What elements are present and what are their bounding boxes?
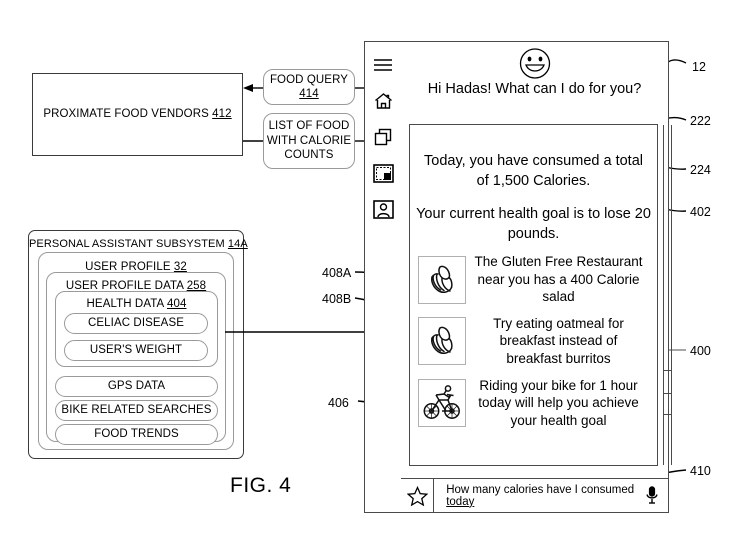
ref-numeral-12: 12 [692,60,706,74]
users-weight-label: USER'S WEIGHT [89,344,183,357]
suggestion-item-3[interactable]: Riding your bike for 1 hour today will h… [418,377,649,430]
bicycle-icon [418,378,466,427]
patent-figure-page: PROXIMATE FOOD VENDORS 412 FOOD QUERY 41… [0,0,730,540]
food-query-label: FOOD QUERY [269,73,349,86]
health-data-label: HEALTH DATA [86,298,164,310]
ref-numeral-406: 406 [328,396,349,410]
ref-numeral-408B: 408B [322,292,352,306]
query-input-bar[interactable]: How many calories have I consumed today [433,479,668,512]
figure-caption: FIG. 4 [230,474,292,497]
ref-numeral-400: 400 [690,344,711,358]
bike-related-searches-pill: BIKE RELATED SEARCHES [55,400,218,421]
food-trends-label: FOOD TRENDS [94,428,179,441]
food-query-box: FOOD QUERY 414 [263,69,355,105]
query-underlined-term: today [446,495,475,508]
hamburger-menu-icon[interactable] [371,54,395,76]
gps-data-label: GPS DATA [107,380,166,393]
microphone-icon[interactable] [642,486,662,505]
contact-card-icon[interactable] [371,198,395,220]
copy-windows-icon[interactable] [371,126,395,148]
app-content: Hi Hadas! What can I do for you? Today, … [401,42,672,512]
app-sidebar [365,42,401,512]
bike-related-searches-label: BIKE RELATED SEARCHES [61,404,212,417]
greeting-text: Hi Hadas! What can I do for you? [427,81,642,97]
greeting-area: Hi Hadas! What can I do for you? [401,42,668,124]
ref-numeral-402: 402 [690,205,711,219]
ref-numeral-408A: 408A [322,266,352,280]
proximate-food-vendors-box: PROXIMATE FOOD VENDORS 412 [32,73,243,156]
query-prefix: How many calories have I consumed [446,483,635,496]
celiac-disease-pill: CELIAC DISEASE [64,313,208,334]
star-outline-icon[interactable] [401,479,433,512]
food-trends-pill: FOOD TRENDS [55,424,218,445]
personal-assistant-subsystem-title: PERSONAL ASSISTANT SUBSYSTEM 14A [29,238,248,252]
ref-numeral-410: 410 [690,464,711,478]
banana-icon [418,255,466,304]
home-icon[interactable] [371,90,395,112]
photo-frame-icon[interactable] [371,162,395,184]
assistant-response-card: Today, you have consumed a total of 1,50… [409,124,658,466]
bottom-bar: How many calories have I consumed today [401,478,668,512]
list-of-food-box: LIST OF FOOD WITH CALORIE COUNTS [263,113,355,169]
ref-numeral-222: 222 [690,114,711,128]
list-of-food-label: LIST OF FOOD WITH CALORIE COUNTS [266,120,352,162]
suggestion-text-3: Riding your bike for 1 hour today will h… [478,377,639,428]
celiac-disease-label: CELIAC DISEASE [88,317,184,330]
suggestion-item-1[interactable]: The Gluten Free Restaurant near you has … [418,253,649,306]
query-input-text[interactable]: How many calories have I consumed today [446,484,642,508]
users-weight-pill: USER'S WEIGHT [64,340,208,361]
proximate-food-vendors-numeral: 412 [212,108,232,121]
card-scrollbar-thumb[interactable] [662,370,672,394]
banana-icon [418,317,466,366]
calorie-summary-text: Today, you have consumed a total of 1,50… [424,153,643,189]
health-data-numeral: 404 [166,298,187,310]
personal-assistant-subsystem-numeral: 14A [227,238,248,250]
ref-numeral-224: 224 [690,163,711,177]
proximate-food-vendors-label: PROXIMATE FOOD VENDORS [43,108,209,121]
card-scrollbar-thumb-2[interactable] [662,393,672,415]
mobile-device: Hi Hadas! What can I do for you? Today, … [364,41,672,513]
suggestion-text-2: Try eating oatmeal for breakfast instead… [493,315,624,366]
suggestion-item-2[interactable]: Try eating oatmeal for breakfast instead… [418,315,649,368]
suggestion-text-1: The Gluten Free Restaurant near you has … [474,254,643,305]
card-scrollbar-track[interactable] [662,125,672,465]
gps-data-pill: GPS DATA [55,376,218,397]
health-goal-text: Your current health goal is to lose 20 p… [416,206,651,242]
health-data-title: HEALTH DATA 404 [56,297,217,311]
personal-assistant-subsystem-label: PERSONAL ASSISTANT SUBSYSTEM [29,238,225,250]
food-query-numeral: 414 [299,88,319,100]
